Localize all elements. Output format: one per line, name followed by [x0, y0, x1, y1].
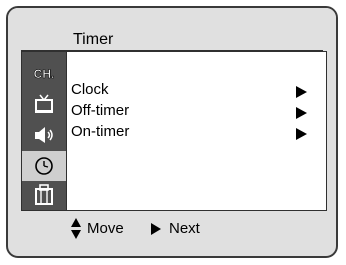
osd-menu-window: Timer CH. Clock Off-timer On-timer Move … — [6, 6, 338, 258]
sidebar-item-picture[interactable] — [22, 89, 66, 119]
right-arrow-icon — [296, 128, 307, 140]
move-hint-label: Move — [87, 220, 124, 237]
clock-timer-icon — [35, 157, 53, 175]
menu-title: Timer — [73, 31, 114, 48]
sidebar-item-channel[interactable]: CH. — [22, 58, 66, 88]
menu-item-label: On-timer — [71, 123, 130, 140]
setup-case-icon — [35, 184, 53, 205]
menu-item-clock[interactable]: Clock — [71, 81, 321, 101]
sidebar-item-timer[interactable] — [22, 151, 66, 181]
right-arrow-icon — [296, 86, 307, 98]
speaker-sound-icon — [35, 127, 53, 143]
navigation-hint-bar: Move Next — [21, 213, 323, 243]
menu-item-label: Off-timer — [71, 102, 130, 119]
menu-item-on-timer[interactable]: On-timer — [71, 123, 321, 143]
right-arrow-icon — [151, 223, 161, 235]
title-bar: Timer — [8, 8, 336, 48]
menu-item-label: Clock — [71, 81, 109, 98]
next-hint-label: Next — [169, 220, 200, 237]
timer-menu-panel: Clock Off-timer On-timer — [67, 51, 327, 211]
channel-icon-label: CH. — [34, 67, 55, 81]
up-down-arrow-icon — [71, 218, 83, 240]
tv-picture-icon — [35, 94, 53, 113]
sidebar: CH. — [21, 51, 67, 211]
sidebar-item-sound[interactable] — [22, 120, 66, 150]
channel-icon: CH. — [33, 67, 55, 82]
menu-item-off-timer[interactable]: Off-timer — [71, 102, 321, 122]
right-arrow-icon — [296, 107, 307, 119]
sidebar-item-setup[interactable] — [22, 180, 66, 210]
